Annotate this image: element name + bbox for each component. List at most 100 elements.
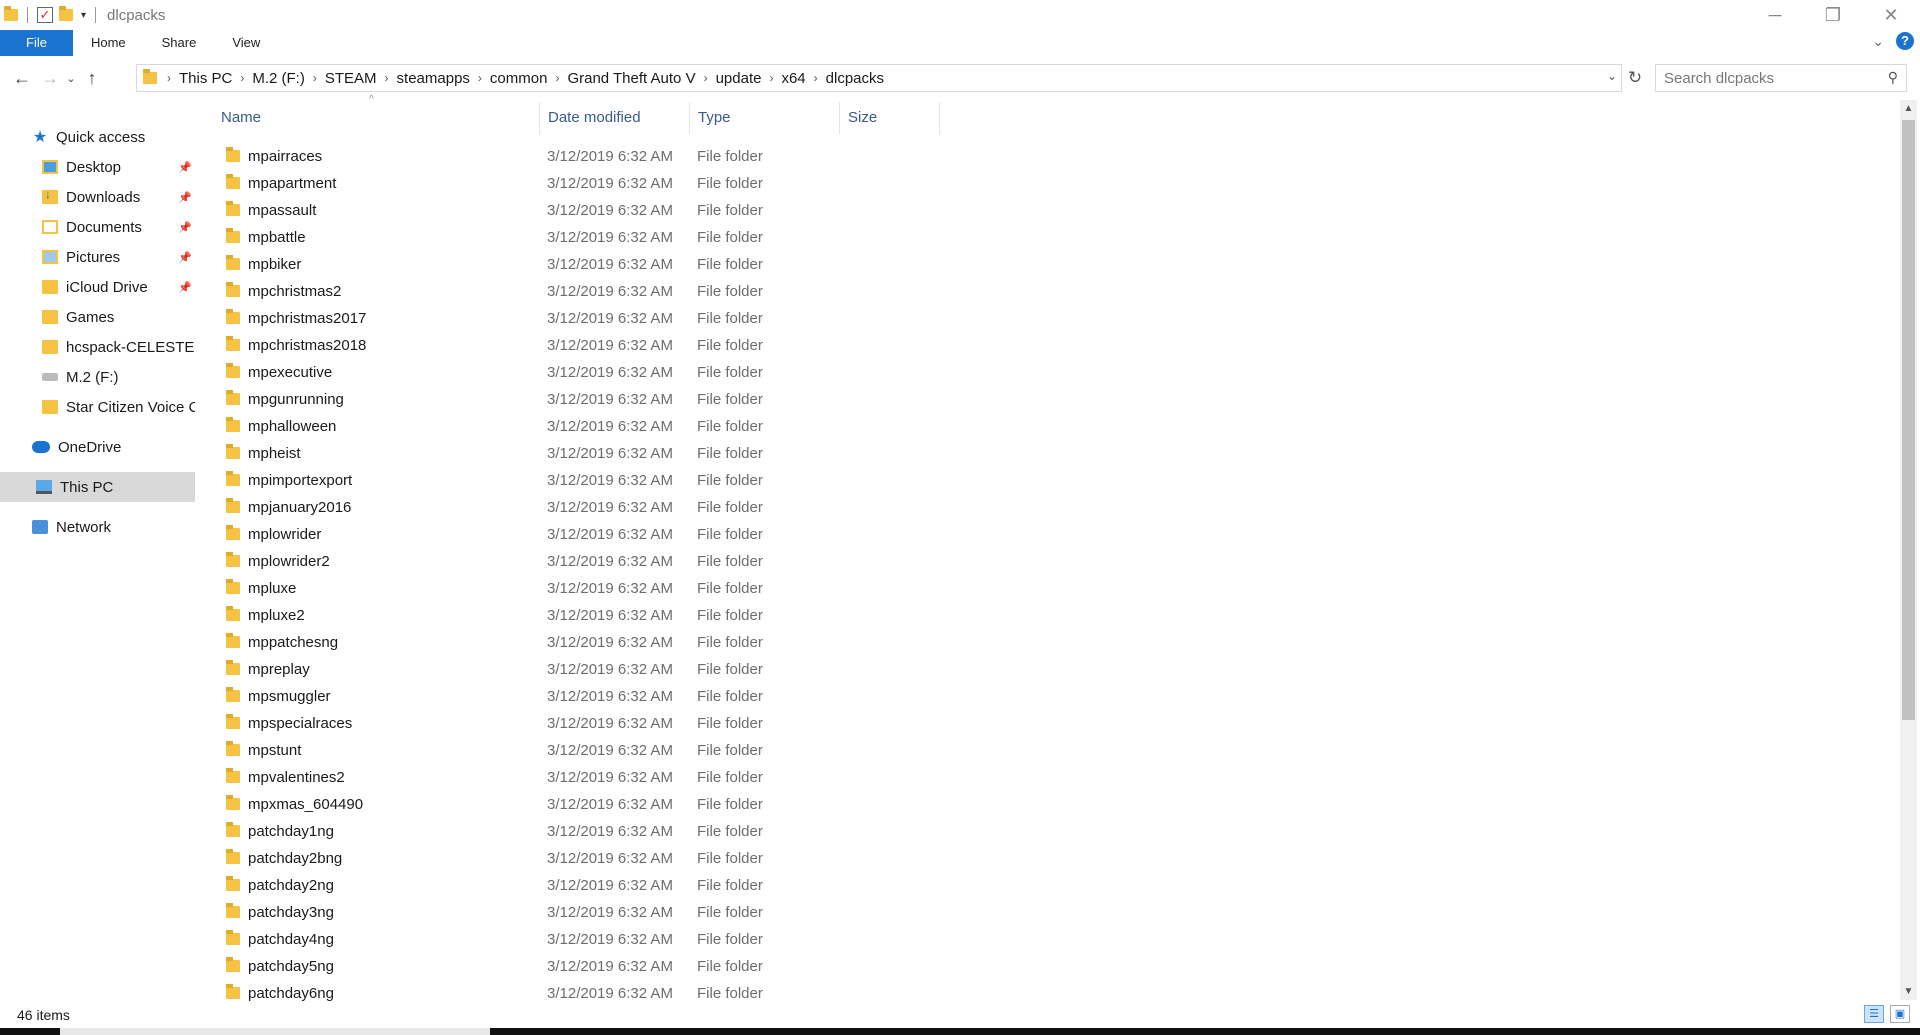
sidebar-item-documents[interactable]: Documents 📌 — [0, 212, 195, 242]
file-row[interactable]: mpreplay 3/12/2019 6:32 AM File folder — [212, 656, 1888, 683]
column-divider[interactable] — [939, 102, 940, 134]
file-row[interactable]: mpairraces 3/12/2019 6:32 AM File folder — [212, 143, 1888, 170]
customize-toolbar-icon[interactable]: ▾ — [81, 10, 86, 21]
details-view-icon[interactable]: ☰ — [1864, 1005, 1884, 1023]
file-row[interactable]: mpbattle 3/12/2019 6:32 AM File folder — [212, 224, 1888, 251]
file-row[interactable]: mpchristmas2018 3/12/2019 6:32 AM File fol… — [212, 332, 1888, 359]
column-header-date-modified[interactable]: Date modified — [539, 100, 689, 136]
recent-locations-icon[interactable]: ⌄ — [64, 72, 78, 85]
folder-icon[interactable] — [4, 6, 18, 21]
back-icon[interactable]: ← — [8, 68, 36, 89]
file-row[interactable]: mpstunt 3/12/2019 6:32 AM File folder — [212, 737, 1888, 764]
file-row[interactable]: patchday4ng 3/12/2019 6:32 AM File folder — [212, 926, 1888, 953]
minimize-button[interactable]: ─ — [1746, 0, 1804, 30]
breadcrumb-separator[interactable]: › — [810, 71, 822, 85]
file-row[interactable]: mpchristmas2017 3/12/2019 6:32 AM File fol… — [212, 305, 1888, 332]
expand-ribbon-icon[interactable]: ⌄ — [1872, 33, 1884, 50]
sidebar-item-star-citizen[interactable]: Star Citizen Voice Co — [0, 392, 195, 422]
file-row[interactable]: mplowrider2 3/12/2019 6:32 AM File folder — [212, 548, 1888, 575]
breadcrumb-update[interactable]: update — [712, 70, 766, 87]
file-row[interactable]: patchday1ng 3/12/2019 6:32 AM File folder — [212, 818, 1888, 845]
maximize-button[interactable]: ❐ — [1804, 0, 1862, 30]
tab-share[interactable]: Share — [144, 30, 215, 56]
breadcrumb-x64[interactable]: x64 — [777, 70, 809, 87]
refresh-icon[interactable]: ↻ — [1624, 68, 1646, 88]
breadcrumb-common[interactable]: common — [486, 70, 552, 87]
breadcrumb-separator[interactable]: › — [700, 71, 712, 85]
column-header-name[interactable]: Name — [212, 100, 539, 136]
file-row[interactable]: mpluxe 3/12/2019 6:32 AM File folder — [212, 575, 1888, 602]
file-row[interactable]: patchday6ng 3/12/2019 6:32 AM File folder — [212, 980, 1888, 1003]
breadcrumb-gta5[interactable]: Grand Theft Auto V — [563, 70, 699, 87]
scroll-up-icon[interactable]: ▲ — [1900, 100, 1917, 117]
help-icon[interactable]: ? — [1896, 32, 1914, 50]
sidebar-item-network[interactable]: Network — [0, 512, 195, 542]
file-row[interactable]: mppatchesng 3/12/2019 6:32 AM File folder — [212, 629, 1888, 656]
file-row[interactable]: mpchristmas2 3/12/2019 6:32 AM File folder — [212, 278, 1888, 305]
sidebar-item-this-pc[interactable]: This PC — [0, 472, 195, 502]
file-row[interactable]: mpluxe2 3/12/2019 6:32 AM File folder — [212, 602, 1888, 629]
sidebar-item-quick-access[interactable]: ★ Quick access — [0, 122, 195, 152]
new-folder-icon[interactable] — [59, 6, 73, 21]
file-row[interactable]: mpspecialraces 3/12/2019 6:32 AM File fold… — [212, 710, 1888, 737]
search-box[interactable]: ⚲ — [1655, 64, 1907, 92]
file-row[interactable]: patchday5ng 3/12/2019 6:32 AM File folder — [212, 953, 1888, 980]
breadcrumb-separator[interactable]: › — [551, 71, 563, 85]
file-row[interactable]: patchday2ng 3/12/2019 6:32 AM File folder — [212, 872, 1888, 899]
sidebar-item-downloads[interactable]: Downloads 📌 — [0, 182, 195, 212]
folder-icon — [226, 390, 240, 405]
properties-icon[interactable]: ✓ — [37, 7, 53, 23]
breadcrumb-steam[interactable]: STEAM — [321, 70, 381, 87]
address-bar[interactable]: › This PC › M.2 (F:) › STEAM › steamapps… — [136, 64, 1622, 92]
tab-file[interactable]: File — [0, 30, 73, 56]
breadcrumb-separator[interactable]: › — [765, 71, 777, 85]
forward-icon[interactable]: → — [36, 68, 64, 89]
sidebar-item-drive-m2[interactable]: M.2 (F:) — [0, 362, 195, 392]
quick-access-toolbar: ✓ ▾ — [0, 6, 99, 23]
address-history-icon[interactable]: ⌄ — [1607, 69, 1617, 83]
file-row[interactable]: mpgunrunning 3/12/2019 6:32 AM File folder — [212, 386, 1888, 413]
breadcrumb-dlcpacks[interactable]: dlcpacks — [822, 70, 888, 87]
breadcrumb-separator[interactable]: › — [309, 71, 321, 85]
desktop-icon — [42, 160, 58, 174]
sidebar-item-hcspack-celeste[interactable]: hcspack-CELESTE — [0, 332, 195, 362]
file-row[interactable]: patchday3ng 3/12/2019 6:32 AM File folder — [212, 899, 1888, 926]
breadcrumb-separator[interactable]: › — [474, 71, 486, 85]
tab-home[interactable]: Home — [73, 30, 144, 56]
large-icons-view-icon[interactable]: ▣ — [1890, 1005, 1910, 1023]
scroll-down-icon[interactable]: ▼ — [1900, 983, 1917, 1000]
tab-view[interactable]: View — [214, 30, 278, 56]
vertical-scrollbar[interactable]: ▲ ▼ — [1900, 100, 1917, 1000]
file-row[interactable]: mpapartment 3/12/2019 6:32 AM File folder — [212, 170, 1888, 197]
breadcrumb-separator[interactable]: › — [163, 71, 175, 85]
breadcrumb-this-pc[interactable]: This PC — [175, 70, 236, 87]
sidebar-item-onedrive[interactable]: OneDrive — [0, 432, 195, 462]
breadcrumb-separator[interactable]: › — [236, 71, 248, 85]
up-icon[interactable]: ↑ — [78, 68, 106, 89]
file-row[interactable]: mpvalentines2 3/12/2019 6:32 AM File folde… — [212, 764, 1888, 791]
breadcrumb-separator[interactable]: › — [381, 71, 393, 85]
column-header-size[interactable]: Size — [839, 100, 939, 136]
close-button[interactable]: ✕ — [1862, 0, 1920, 30]
file-row[interactable]: patchday2bng 3/12/2019 6:32 AM File folder — [212, 845, 1888, 872]
breadcrumb-steamapps[interactable]: steamapps — [393, 70, 474, 87]
breadcrumb-drive[interactable]: M.2 (F:) — [248, 70, 309, 87]
file-row[interactable]: mpexecutive 3/12/2019 6:32 AM File folder — [212, 359, 1888, 386]
search-input[interactable] — [1664, 69, 1874, 87]
file-row[interactable]: mplowrider 3/12/2019 6:32 AM File folder — [212, 521, 1888, 548]
file-row[interactable]: mpimportexport 3/12/2019 6:32 AM File fold… — [212, 467, 1888, 494]
sidebar-item-icloud-drive[interactable]: iCloud Drive 📌 — [0, 272, 195, 302]
sidebar-item-desktop[interactable]: Desktop 📌 — [0, 152, 195, 182]
sidebar-item-pictures[interactable]: Pictures 📌 — [0, 242, 195, 272]
file-row[interactable]: mpxmas_604490 3/12/2019 6:32 AM File folde… — [212, 791, 1888, 818]
file-row[interactable]: mpbiker 3/12/2019 6:32 AM File folder — [212, 251, 1888, 278]
scrollbar-thumb[interactable] — [1902, 120, 1915, 720]
file-row[interactable]: mpheist 3/12/2019 6:32 AM File folder — [212, 440, 1888, 467]
file-row[interactable]: mphalloween 3/12/2019 6:32 AM File folder — [212, 413, 1888, 440]
column-header-type[interactable]: Type — [689, 100, 839, 136]
search-icon[interactable]: ⚲ — [1888, 69, 1898, 86]
file-row[interactable]: mpassault 3/12/2019 6:32 AM File folder — [212, 197, 1888, 224]
sidebar-item-games[interactable]: Games — [0, 302, 195, 332]
file-row[interactable]: mpsmuggler 3/12/2019 6:32 AM File folder — [212, 683, 1888, 710]
file-row[interactable]: mpjanuary2016 3/12/2019 6:32 AM File folde… — [212, 494, 1888, 521]
